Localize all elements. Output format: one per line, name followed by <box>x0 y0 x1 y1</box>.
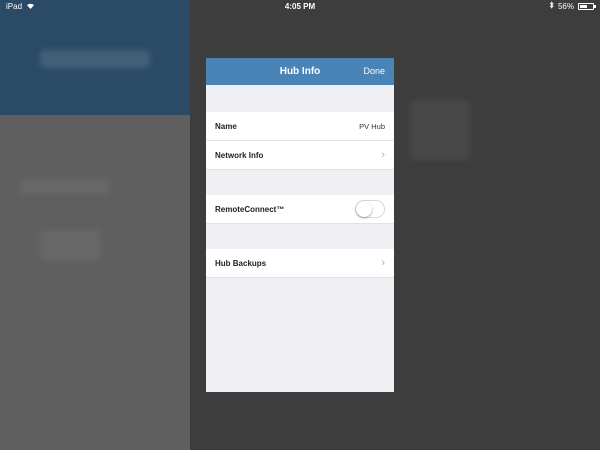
battery-icon <box>578 2 596 10</box>
hub-info-modal: Hub Info Done Name PV Hub Network Info ›… <box>206 58 394 392</box>
battery-level-fill <box>580 4 587 8</box>
modal-title: Hub Info <box>279 66 321 77</box>
status-time: 4:05 PM <box>284 1 316 11</box>
background-blur <box>40 230 100 260</box>
remote-connect-label: RemoteConnect™ <box>215 204 285 214</box>
name-label: Name <box>215 121 237 131</box>
remote-connect-row: RemoteConnect™ <box>206 195 394 224</box>
name-row: Name PV Hub <box>206 112 394 141</box>
section-spacer <box>206 224 394 249</box>
toggle-knob <box>356 201 372 217</box>
background-blur <box>410 100 470 160</box>
hub-backups-row[interactable]: Hub Backups › <box>206 249 394 278</box>
battery-percent: 56% <box>557 1 574 11</box>
hub-backups-label: Hub Backups <box>215 258 267 268</box>
remote-connect-toggle[interactable] <box>355 200 385 218</box>
chevron-right-icon: › <box>381 256 385 269</box>
network-info-row[interactable]: Network Info › <box>206 141 394 170</box>
chevron-right-icon: › <box>381 148 385 161</box>
section-spacer <box>206 85 394 112</box>
wifi-icon <box>26 2 35 11</box>
status-bar: iPad 4:05 PM 56% <box>0 0 600 12</box>
background-blur <box>40 50 150 68</box>
network-info-label: Network Info <box>215 150 264 160</box>
background-blur <box>20 180 110 194</box>
nav-bar: Hub Info Done <box>206 58 394 85</box>
section-spacer <box>206 170 394 195</box>
device-name: iPad <box>6 1 23 11</box>
done-button[interactable]: Done <box>363 58 385 85</box>
name-value: PV Hub <box>359 121 385 131</box>
bluetooth-icon <box>549 1 554 11</box>
